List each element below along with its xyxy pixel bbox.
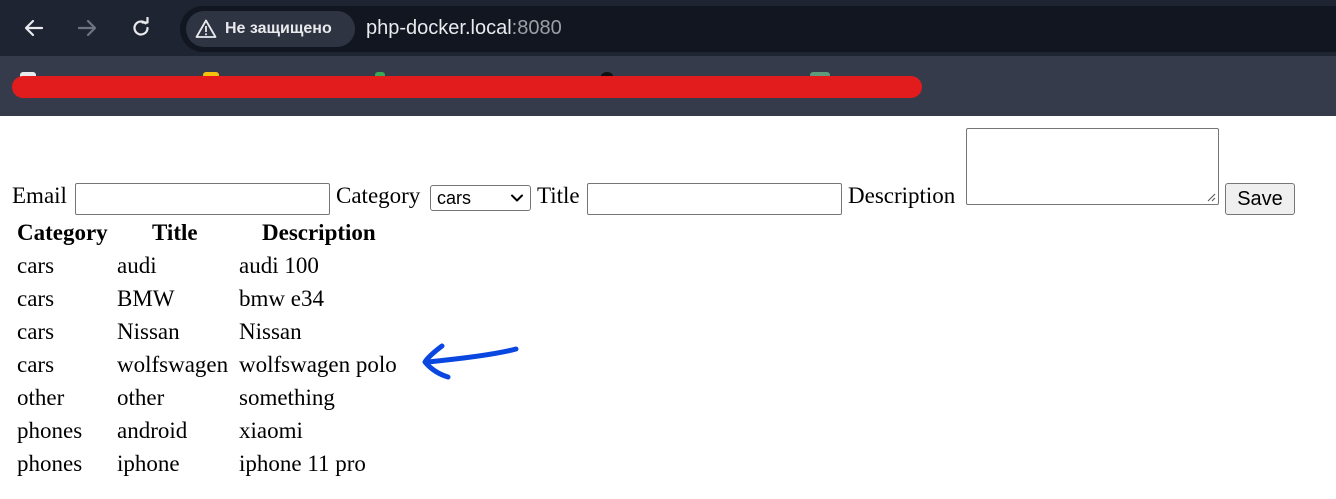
warning-triangle-icon [195, 18, 217, 40]
cell-category: phones [17, 418, 83, 443]
resize-handle-icon[interactable] [1206, 192, 1216, 202]
cell-title: android [117, 418, 188, 443]
description-textarea[interactable] [966, 128, 1219, 205]
back-button[interactable] [18, 12, 50, 44]
cell-category: cars [17, 286, 55, 311]
cell-category: cars [17, 352, 55, 377]
chevron-down-icon [511, 194, 523, 202]
hand-drawn-arrow-icon [422, 343, 519, 380]
security-label: Не защищено [225, 20, 332, 37]
save-button[interactable]: Save [1225, 183, 1295, 215]
cell-title: Nissan [117, 319, 180, 344]
cell-category: cars [17, 319, 55, 344]
table-row: cars BMW bmw e34 [17, 286, 437, 319]
cell-category: phones [17, 451, 83, 476]
table-row: cars Nissan Nissan [17, 319, 437, 352]
cell-title: BMW [117, 286, 175, 311]
cell-title: iphone [117, 451, 180, 476]
table-row: other other something [17, 385, 437, 418]
cell-description: bmw e34 [239, 286, 324, 311]
cell-description: iphone 11 pro [239, 451, 366, 476]
cell-description: wolfswagen polo [239, 352, 397, 377]
description-label: Description [848, 183, 956, 208]
title-label: Title [537, 183, 580, 208]
security-indicator[interactable]: Не защищено [186, 11, 355, 47]
address-bar[interactable]: Не защищено php-docker.local:8080 [180, 6, 1336, 52]
cell-title: other [117, 385, 165, 410]
redaction-bar [12, 76, 922, 98]
table-row: cars wolfswagen wolfswagen polo [17, 352, 437, 385]
arrow-left-icon [24, 19, 44, 37]
table-row: cars audi audi 100 [17, 253, 437, 286]
cell-category: other [17, 385, 65, 410]
arrow-right-icon [77, 19, 97, 37]
browser-chrome: Не защищено php-docker.local:8080 [0, 0, 1336, 116]
cell-description: audi 100 [239, 253, 319, 278]
category-selected-value: cars [437, 187, 472, 208]
cell-description: Nissan [239, 319, 302, 344]
cell-category: cars [17, 253, 55, 278]
page-content: Email Category cars Title Description Sa… [0, 116, 1336, 499]
email-label: Email [12, 183, 67, 208]
url-host: php-docker.local [366, 17, 512, 39]
cell-description: something [239, 385, 335, 410]
url-text[interactable]: php-docker.local:8080 [366, 17, 562, 40]
browser-toolbar: Не защищено php-docker.local:8080 [0, 0, 1336, 56]
table-row: phones iphone iphone 11 pro [17, 451, 437, 484]
reload-icon [133, 17, 149, 36]
email-input[interactable] [75, 183, 330, 215]
header-description: Description [262, 220, 376, 245]
cell-description: xiaomi [239, 418, 303, 443]
cell-title: audi [117, 253, 157, 278]
category-label: Category [336, 183, 421, 208]
header-title: Title [152, 220, 198, 245]
forward-button[interactable] [71, 12, 103, 44]
table-row: phones android xiaomi [17, 418, 437, 451]
url-port: :8080 [511, 17, 562, 39]
title-input[interactable] [587, 183, 842, 215]
reload-button[interactable] [125, 12, 157, 44]
cell-title: wolfswagen [117, 352, 229, 377]
header-category: Category [17, 220, 108, 245]
category-select[interactable]: cars [430, 185, 531, 211]
